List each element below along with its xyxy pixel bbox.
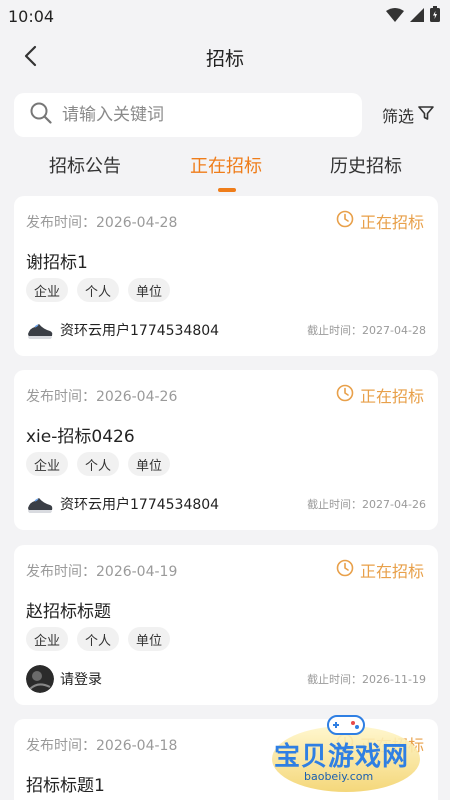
watermark-logo: 宝贝游戏网 baobeiy.com — [268, 706, 448, 796]
tab-announcements[interactable]: 招标公告 — [25, 152, 145, 178]
search-input[interactable] — [62, 105, 332, 125]
card-footer: 请登录 截止时间：2026-11-19 — [26, 665, 426, 693]
avatar — [26, 490, 54, 518]
avatar — [26, 316, 54, 344]
status-label: 正在招标 — [359, 213, 424, 232]
card-footer: 资环云用户1774534804 截止时间：2027-04-26 — [26, 490, 426, 518]
filter-button[interactable]: 筛选 — [382, 103, 434, 127]
publisher-name: 资环云用户1774534804 — [60, 323, 220, 339]
clock-icon — [336, 384, 354, 406]
publish-date: 发布时间：2026-04-19 — [26, 564, 178, 580]
publish-date: 发布时间：2026-04-26 — [26, 389, 178, 405]
app-header: 招标 — [0, 32, 450, 82]
publisher-name: 资环云用户1774534804 — [60, 497, 220, 513]
status-time: 10:04 — [8, 6, 55, 26]
card-footer: 资环云用户1774534804 截止时间：2027-04-28 — [26, 316, 426, 344]
tag: 个人 — [77, 627, 120, 651]
tag: 单位 — [128, 452, 171, 476]
watermark-url: baobeiy.com — [304, 770, 374, 783]
tab-indicator — [218, 188, 236, 192]
filter-label: 筛选 — [382, 107, 415, 126]
status-badge: 正在招标 — [336, 383, 424, 407]
sneaker-icon — [28, 324, 53, 339]
tag: 企业 — [26, 627, 69, 651]
status-label: 正在招标 — [359, 387, 424, 406]
publisher-name: 请登录 — [60, 672, 102, 688]
tag: 单位 — [128, 627, 171, 651]
tag-list: 企业 个人 单位 — [26, 278, 171, 302]
tender-title: xie-招标0426 — [26, 427, 135, 447]
search-icon — [30, 102, 52, 128]
tender-title: 谢招标1 — [26, 253, 88, 273]
tender-title: 招标标题1 — [26, 776, 105, 796]
clock-icon — [336, 210, 354, 232]
battery-icon — [430, 6, 440, 26]
signal-icon — [410, 7, 424, 26]
tender-card[interactable]: 发布时间：2026-04-19 正在招标 赵招标标题 企业 个人 单位 请登录 … — [14, 545, 438, 705]
user-photo — [26, 665, 54, 693]
publish-date: 发布时间：2026-04-18 — [26, 738, 178, 754]
status-label: 正在招标 — [359, 562, 424, 581]
status-badge: 正在招标 — [336, 209, 424, 233]
tag: 单位 — [128, 278, 171, 302]
deadline: 截止时间：2026-11-19 — [307, 673, 426, 686]
tag: 企业 — [26, 452, 69, 476]
search-box[interactable] — [14, 93, 362, 137]
filter-icon — [418, 105, 434, 125]
status-badge: 正在招标 — [336, 558, 424, 582]
chevron-left-icon — [23, 45, 37, 71]
tag-list: 企业 个人 单位 — [26, 627, 171, 651]
avatar — [26, 665, 54, 693]
deadline: 截止时间：2027-04-26 — [307, 498, 426, 511]
back-button[interactable] — [16, 44, 44, 72]
page-title: 招标 — [205, 47, 244, 70]
tender-card[interactable]: 发布时间：2026-04-28 正在招标 谢招标1 企业 个人 单位 资环云用户… — [14, 196, 438, 356]
tab-history[interactable]: 历史招标 — [306, 152, 426, 178]
tender-card[interactable]: 发布时间：2026-04-26 正在招标 xie-招标0426 企业 个人 单位… — [14, 370, 438, 530]
status-icons — [386, 6, 440, 26]
tag: 个人 — [77, 278, 120, 302]
clock-icon — [336, 559, 354, 581]
watermark-text: 宝贝游戏网 — [274, 742, 410, 772]
tender-title: 赵招标标题 — [26, 602, 111, 622]
tag-list: 企业 个人 单位 — [26, 452, 171, 476]
tab-bar: 招标公告 正在招标 历史招标 — [0, 148, 450, 194]
wifi-icon — [386, 7, 404, 26]
status-bar: 10:04 — [0, 0, 450, 32]
sneaker-icon — [28, 498, 53, 513]
tag: 个人 — [77, 452, 120, 476]
publish-date: 发布时间：2026-04-28 — [26, 215, 178, 231]
tab-ongoing[interactable]: 正在招标 — [166, 152, 286, 178]
search-row: 筛选 — [14, 93, 438, 137]
deadline: 截止时间：2027-04-28 — [307, 324, 426, 337]
tag: 企业 — [26, 278, 69, 302]
